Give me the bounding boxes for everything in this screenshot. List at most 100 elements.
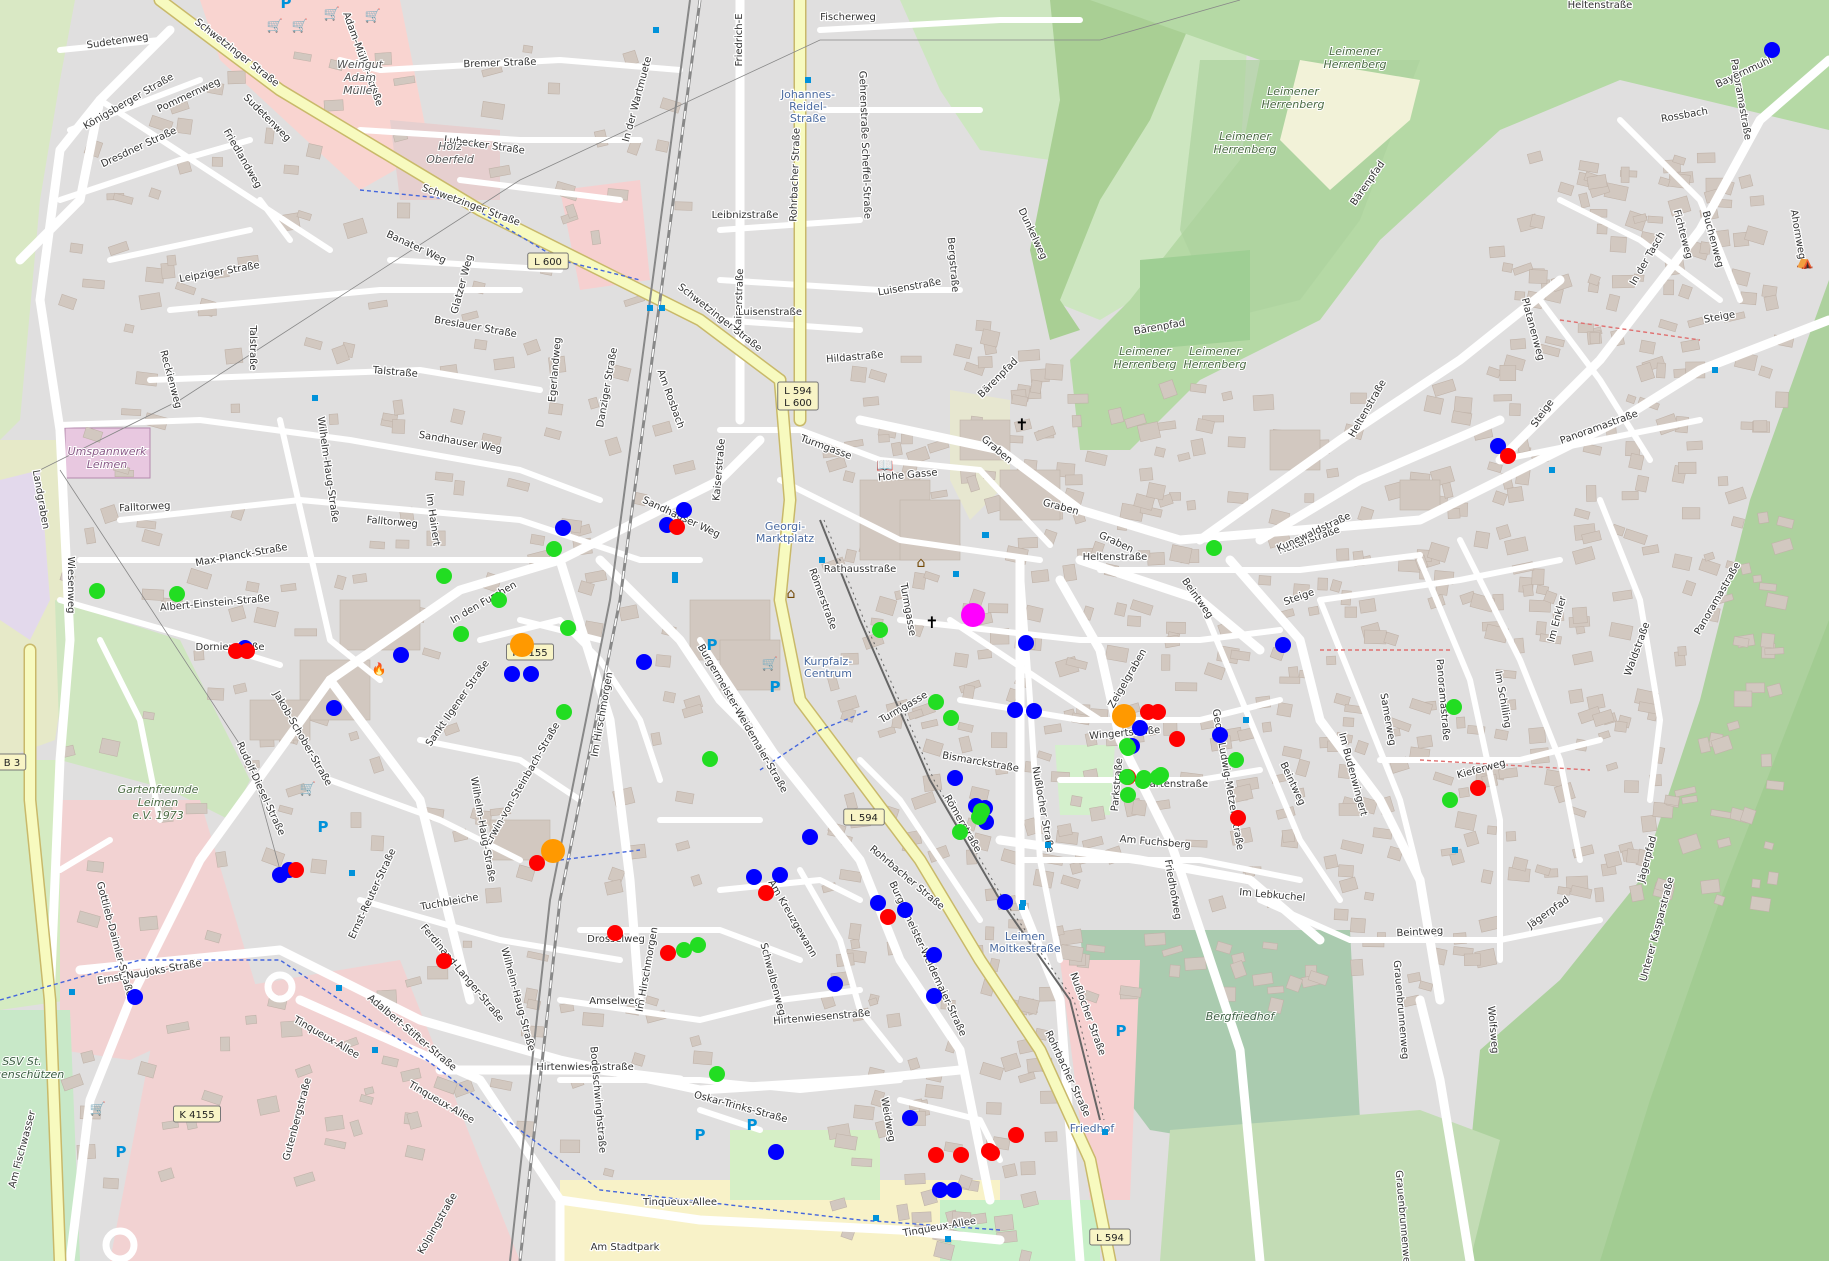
building	[853, 1104, 875, 1121]
marker-blue[interactable]	[1007, 702, 1023, 718]
building	[987, 603, 1009, 614]
marker-blue[interactable]	[870, 895, 886, 911]
marker-green[interactable]	[453, 626, 469, 642]
marker-green[interactable]	[1206, 540, 1222, 556]
marker-green[interactable]	[1442, 792, 1458, 808]
marker-blue[interactable]	[523, 666, 539, 682]
marker-red[interactable]	[953, 1147, 969, 1163]
marker-blue[interactable]	[1132, 720, 1148, 736]
building	[1700, 878, 1721, 895]
marker-red[interactable]	[1008, 1127, 1024, 1143]
marker-green[interactable]	[973, 803, 989, 819]
marker-blue[interactable]	[555, 520, 571, 536]
bus-stop-icon	[953, 571, 959, 577]
marker-blue[interactable]	[1018, 635, 1034, 651]
marker-blue[interactable]	[1764, 42, 1780, 58]
building	[1678, 461, 1697, 475]
map-view[interactable]: Sudetenweg Schwetzinger Straße Schwetzinge…	[0, 0, 1829, 1261]
marker-red[interactable]	[984, 1145, 1000, 1161]
marker-green[interactable]	[952, 824, 968, 840]
building	[175, 117, 193, 135]
marker-green[interactable]	[690, 937, 706, 953]
marker-blue[interactable]	[932, 1182, 948, 1198]
marker-green[interactable]	[872, 622, 888, 638]
marker-orange[interactable]	[541, 839, 565, 863]
marker-red[interactable]	[660, 945, 676, 961]
marker-blue[interactable]	[676, 502, 692, 518]
marker-green[interactable]	[1153, 767, 1169, 783]
marker-orange[interactable]	[510, 633, 534, 657]
marker-red[interactable]	[1169, 731, 1185, 747]
marker-blue[interactable]	[636, 654, 652, 670]
marker-green[interactable]	[943, 710, 959, 726]
marker-green[interactable]	[546, 541, 562, 557]
marker-red[interactable]	[288, 862, 304, 878]
marker-green[interactable]	[491, 592, 507, 608]
marker-green[interactable]	[928, 694, 944, 710]
building	[142, 711, 155, 721]
marker-green[interactable]	[1446, 699, 1462, 715]
marker-red[interactable]	[1470, 780, 1486, 796]
building	[851, 1157, 873, 1168]
marker-orange[interactable]	[1112, 704, 1136, 728]
marker-green[interactable]	[436, 568, 452, 584]
marker-green[interactable]	[1119, 738, 1135, 754]
marker-blue[interactable]	[772, 867, 788, 883]
building	[1686, 440, 1703, 451]
marker-red[interactable]	[239, 643, 255, 659]
building	[1146, 482, 1166, 501]
svg-text:L 594: L 594	[1096, 1233, 1124, 1244]
marker-blue[interactable]	[1026, 703, 1042, 719]
marker-blue[interactable]	[393, 647, 409, 663]
marker-red[interactable]	[436, 953, 452, 969]
marker-blue[interactable]	[827, 976, 843, 992]
marker-green[interactable]	[1120, 787, 1136, 803]
marker-blue[interactable]	[746, 869, 762, 885]
marker-blue[interactable]	[997, 894, 1013, 910]
parking-icon: P	[318, 818, 329, 836]
marker-blue[interactable]	[902, 1110, 918, 1126]
marker-blue[interactable]	[926, 988, 942, 1004]
marker-blue[interactable]	[947, 770, 963, 786]
building	[1363, 629, 1387, 645]
marker-blue[interactable]	[768, 1144, 784, 1160]
marker-blue[interactable]	[802, 829, 818, 845]
marker-red[interactable]	[928, 1147, 944, 1163]
marker-red[interactable]	[529, 855, 545, 871]
building	[1454, 811, 1477, 832]
marker-red[interactable]	[669, 519, 685, 535]
marker-green[interactable]	[89, 583, 105, 599]
marker-green[interactable]	[556, 704, 572, 720]
marker-red[interactable]	[758, 885, 774, 901]
marker-red[interactable]	[1230, 810, 1246, 826]
building	[1571, 606, 1588, 624]
marker-blue[interactable]	[946, 1182, 962, 1198]
marker-green[interactable]	[1119, 769, 1135, 785]
building	[1065, 474, 1083, 486]
marker-red[interactable]	[1150, 704, 1166, 720]
marker-green[interactable]	[560, 620, 576, 636]
marker-green[interactable]	[169, 586, 185, 602]
marker-blue[interactable]	[1275, 637, 1291, 653]
marker-blue[interactable]	[504, 666, 520, 682]
marker-green[interactable]	[676, 942, 692, 958]
marker-blue[interactable]	[127, 989, 143, 1005]
marker-blue[interactable]	[926, 947, 942, 963]
marker-red[interactable]	[1500, 448, 1516, 464]
marker-green[interactable]	[702, 751, 718, 767]
marker-magenta[interactable]	[961, 603, 985, 627]
building	[1030, 569, 1050, 584]
marker-blue[interactable]	[1212, 727, 1228, 743]
marker-green[interactable]	[1136, 771, 1152, 787]
building	[862, 396, 880, 407]
marker-green[interactable]	[709, 1066, 725, 1082]
marker-blue[interactable]	[897, 902, 913, 918]
building	[1304, 493, 1315, 503]
svg-text:K 4155: K 4155	[179, 1110, 214, 1121]
marker-green[interactable]	[1228, 752, 1244, 768]
building	[1349, 917, 1366, 934]
marker-red[interactable]	[880, 909, 896, 925]
marker-blue[interactable]	[326, 700, 342, 716]
building	[1614, 720, 1628, 733]
marker-red[interactable]	[607, 925, 623, 941]
